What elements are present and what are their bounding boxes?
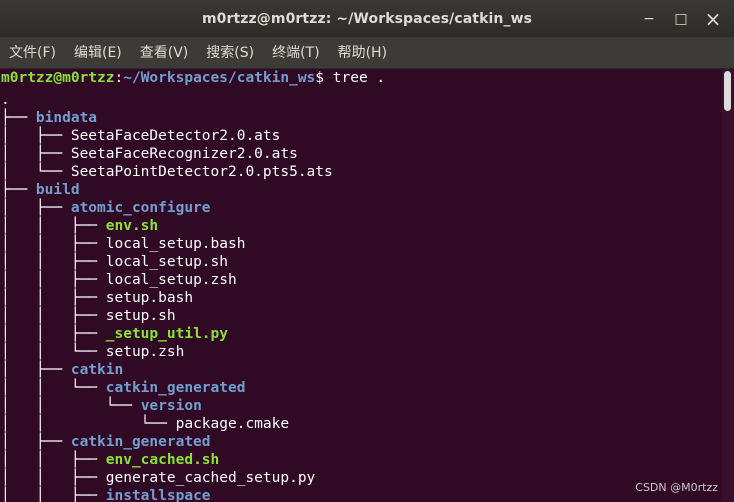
tree-line: │ │ ├── env_cached.sh [1,451,219,469]
tree-directory: bindata [35,110,98,126]
tree-file: generate_cached_setup.py [105,470,316,486]
tree-branch: │ │ ├── [1,218,106,234]
tree-line: │ │ └── version [1,397,202,415]
tree-branch: │ │ ├── [1,254,106,270]
tree-line: │ │ ├── setup.bash [1,289,193,307]
tree-file: env.sh [105,218,159,234]
tree-branch: │ │ └── [1,398,141,414]
watermark: CSDN @M0rtzz [635,481,718,494]
tree-branch: ├── [1,182,36,198]
tree-branch: │ │ ├── [1,290,106,306]
terminal-output[interactable]: m0rtzz@m0rtzz:~/Workspaces/catkin_ws$ tr… [0,69,722,502]
tree-branch: │ │ └── [1,344,106,360]
tree-branch: │ │ ├── [1,470,106,486]
scrollbar[interactable] [722,69,734,502]
tree-branch: │ │ └── [1,380,106,396]
tree-line: ├── bindata [1,109,97,127]
tree-file: setup.zsh [105,344,185,360]
minimize-button[interactable]: − [640,10,658,28]
tree-branch: │ ├── [1,362,71,378]
maximize-icon: □ [674,10,688,27]
tree-line: │ │ └── setup.zsh [1,343,184,361]
prompt-line: m0rtzz@m0rtzz:~/Workspaces/catkin_ws$ tr… [1,69,385,87]
menu-help[interactable]: 帮助(H) [329,37,396,69]
tree-line: │ ├── catkin_generated [1,433,211,451]
tree-branch: │ │ ├── [1,326,106,342]
tree-line: │ ├── atomic_configure [1,199,211,217]
tree-file: package.cmake [175,416,290,432]
tree-file: local_setup.bash [105,236,246,252]
tree-file: . [1,92,10,108]
prompt-path: ~/Workspaces/catkin_ws [123,70,316,86]
tree-line: │ │ ├── env.sh [1,217,158,235]
tree-file: setup.sh [105,308,176,324]
tree-branch: │ │ ├── [1,308,106,324]
tree-file: setup.bash [105,290,194,306]
tree-branch: │ ├── [1,434,71,450]
tree-directory: catkin_generated [105,380,246,396]
tree-branch: │ ├── [1,200,71,216]
title-bar[interactable]: m0rtzz@m0rtzz: ~/Workspaces/catkin_ws − … [0,0,734,37]
tree-directory: installspace [105,488,211,502]
tree-branch: │ │ ├── [1,452,106,468]
tree-directory: build [35,182,80,198]
tree-line: │ │ ├── local_setup.sh [1,253,228,271]
tree-line: │ │ ├── setup.sh [1,307,176,325]
tree-file: SeetaFaceRecognizer2.0.ats [70,146,298,162]
tree-file: local_setup.sh [105,254,228,270]
tree-branch: │ ├── [1,146,71,162]
tree-directory: atomic_configure [70,200,211,216]
tree-branch: │ ├── [1,128,71,144]
tree-directory: catkin [70,362,124,378]
prompt-user-host: m0rtzz@m0rtzz [1,70,115,86]
prompt-command: tree . [332,70,386,86]
tree-file: env_cached.sh [105,452,220,468]
window-title: m0rtzz@m0rtzz: ~/Workspaces/catkin_ws [201,10,533,27]
menu-edit[interactable]: 编辑(E) [65,37,131,69]
tree-line: │ │ ├── local_setup.zsh [1,271,237,289]
tree-branch: ├── [1,110,36,126]
tree-line: . [1,91,10,109]
tree-line: │ │ ├── local_setup.bash [1,235,245,253]
tree-branch: │ │ ├── [1,488,106,502]
menu-search[interactable]: 搜索(S) [197,37,263,69]
scrollbar-thumb[interactable] [724,71,731,111]
menu-file[interactable]: 文件(F) [0,37,65,69]
minimize-icon: − [643,10,655,27]
tree-directory: catkin_generated [70,434,211,450]
tree-file: _setup_util.py [105,326,228,342]
tree-directory: version [140,398,202,414]
menu-bar: 文件(F) 编辑(E) 查看(V) 搜索(S) 终端(T) 帮助(H) [0,37,734,69]
prompt-dollar: $ [315,70,333,86]
tree-line: │ │ └── package.cmake [1,415,289,433]
menu-view[interactable]: 查看(V) [131,37,198,69]
tree-line: │ │ ├── installspace [1,487,211,502]
tree-file: SeetaPointDetector2.0.pts5.ats [70,164,333,180]
tree-file: local_setup.zsh [105,272,237,288]
tree-line: │ │ ├── generate_cached_setup.py [1,469,315,487]
close-button[interactable]: × [704,6,722,31]
tree-line: ├── build [1,181,80,199]
tree-file: SeetaFaceDetector2.0.ats [70,128,281,144]
tree-line: │ │ └── catkin_generated [1,379,245,397]
window-controls: − □ × [640,0,722,37]
menu-terminal[interactable]: 终端(T) [263,37,328,69]
tree-branch: │ │ └── [1,416,176,432]
tree-branch: │ └── [1,164,71,180]
tree-line: │ └── SeetaPointDetector2.0.pts5.ats [1,163,333,181]
tree-line: │ ├── SeetaFaceRecognizer2.0.ats [1,145,298,163]
tree-line: │ ├── SeetaFaceDetector2.0.ats [1,127,280,145]
prompt-separator: : [114,70,124,86]
tree-line: │ ├── catkin [1,361,123,379]
tree-branch: │ │ ├── [1,272,106,288]
tree-line: │ │ ├── _setup_util.py [1,325,228,343]
maximize-button[interactable]: □ [672,10,690,28]
close-icon: × [704,6,722,31]
tree-branch: │ │ ├── [1,236,106,252]
